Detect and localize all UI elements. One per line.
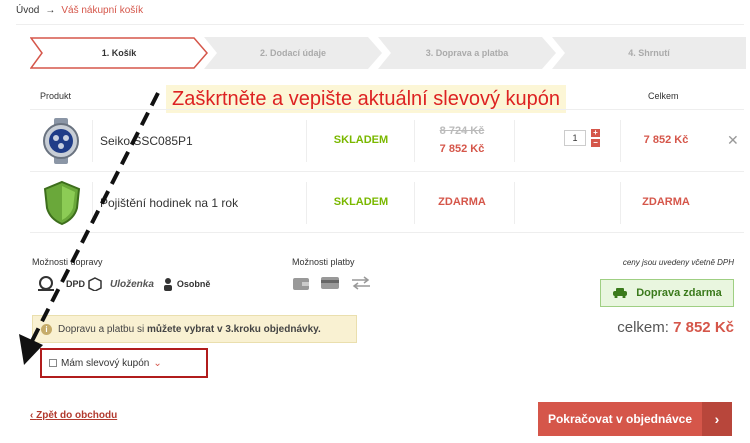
card-icon xyxy=(321,277,339,289)
step-delivery[interactable]: 2. Dodací údaje xyxy=(204,37,382,69)
step-summary[interactable]: 4. Shrnutí xyxy=(552,37,746,69)
row-total: ZDARMA xyxy=(642,196,690,208)
unit-price: 7 852 Kč xyxy=(439,143,485,155)
payment-options-label: Možnosti platby xyxy=(292,257,355,267)
grand-total: celkem: 7 852 Kč xyxy=(617,319,734,336)
checkout-steps: 1. Košík 2. Dodací údaje 3. Doprava a pl… xyxy=(30,37,746,69)
old-price: 8 724 Kč xyxy=(439,125,485,137)
transfer-icon xyxy=(352,276,370,290)
breadcrumb-home[interactable]: Úvod xyxy=(16,5,39,16)
breadcrumb-separator: → xyxy=(45,5,56,16)
chevron-right-icon: › xyxy=(702,402,732,436)
breadcrumb: Úvod → Váš nákupní košík xyxy=(16,5,143,16)
stock-status: SKLADEM xyxy=(333,196,389,208)
quantity-input[interactable]: 1 xyxy=(564,130,586,146)
vat-note: ceny jsou uvedeny včetně DPH xyxy=(622,258,734,267)
unit-price: ZDARMA xyxy=(438,196,486,208)
remove-item-button[interactable]: ✕ xyxy=(727,132,739,149)
quantity-minus-button[interactable]: − xyxy=(591,139,600,147)
row-total: 7 852 Kč xyxy=(643,134,689,146)
header-total: Celkem xyxy=(648,91,679,101)
quantity-plus-button[interactable]: + xyxy=(591,129,600,137)
continue-order-button[interactable]: Pokračovat v objednávce › xyxy=(538,402,732,436)
free-shipping-badge: Doprava zdarma xyxy=(600,279,734,307)
step-shipping-payment[interactable]: 3. Doprava a platba xyxy=(378,37,556,69)
annotation-arrow xyxy=(19,92,160,365)
car-icon xyxy=(613,288,628,298)
payment-options xyxy=(292,275,372,291)
cart-panel: 1. Košík 2. Dodací údaje 3. Doprava a pl… xyxy=(16,24,746,440)
breadcrumb-current: Váš nákupní košík xyxy=(61,5,144,16)
wallet-icon xyxy=(293,278,309,290)
back-to-shop-link[interactable]: ‹ Zpět do obchodu xyxy=(30,410,117,421)
stock-status: SKLADEM xyxy=(333,134,389,146)
step-cart[interactable]: 1. Košík xyxy=(30,37,208,69)
